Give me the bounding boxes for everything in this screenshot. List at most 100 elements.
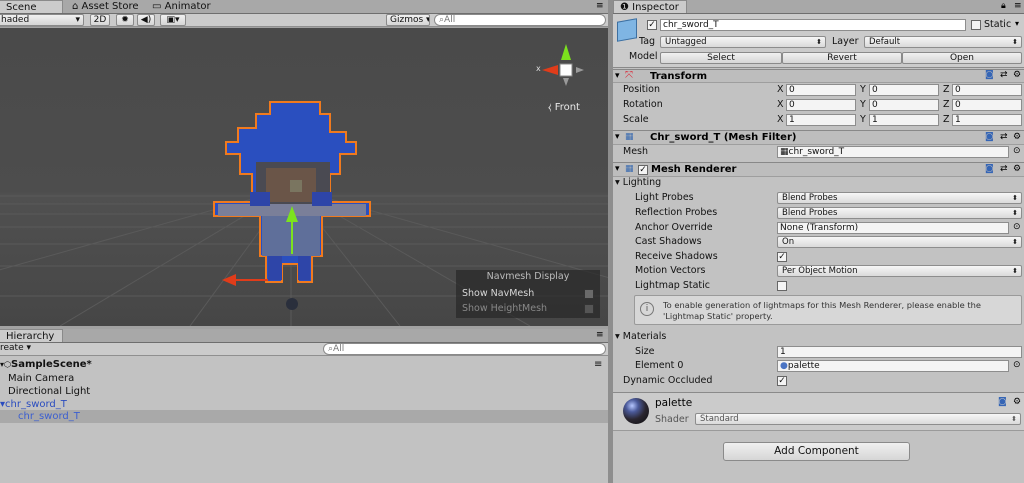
create-dropdown[interactable]: reate ▾ (0, 343, 34, 355)
scale-x-field[interactable]: 1 (786, 114, 856, 126)
settings-gear-icon[interactable]: ⚙ (1013, 70, 1021, 80)
preset-icon[interactable]: ⇄ (1000, 70, 1008, 80)
scale-z-field[interactable]: 1 (952, 114, 1022, 126)
dynamic-occluded-checkbox[interactable]: ✓ (777, 376, 787, 386)
add-component-button[interactable]: Add Component (723, 442, 910, 461)
preset-icon[interactable]: ⇄ (1000, 164, 1008, 174)
help-icon[interactable]: ◙ (985, 70, 994, 80)
object-picker-icon[interactable]: ⊙ (1013, 146, 1021, 156)
orientation-gizmo[interactable]: x ⧼ Front (534, 36, 598, 113)
layer-dropdown[interactable]: Default ⬍ (864, 36, 1022, 48)
audio-toggle-icon[interactable]: ◀) (137, 14, 155, 26)
lighting-toggle-icon[interactable]: ✹ (116, 14, 134, 26)
mesh-renderer-header[interactable]: ▾ ▦ ✓ Mesh Renderer ◙ ⇄ ⚙ (613, 162, 1024, 177)
size-field[interactable]: 1 (777, 346, 1022, 358)
reflection-probes-dropdown[interactable]: Blend Probes ⬍ (777, 207, 1022, 219)
lightmap-info-box: i To enable generation of lightmaps for … (634, 295, 1022, 325)
settings-gear-icon[interactable]: ⚙ (1013, 397, 1021, 407)
model-select-button[interactable]: Select (660, 52, 782, 64)
rotation-x-field[interactable]: 0 (786, 99, 856, 111)
show-navmesh-label: Show NavMesh (462, 288, 535, 299)
position-z-field[interactable]: 0 (952, 84, 1022, 96)
tab-asset-store[interactable]: ⌂ Asset Store (66, 0, 145, 13)
panel-menu-icon[interactable]: ≡ (1014, 1, 1022, 11)
mesh-object-field[interactable]: ▦chr_sword_T (777, 146, 1009, 158)
mesh-filter-header[interactable]: ▾ ▦ Chr_sword_T (Mesh Filter) ◙ ⇄ ⚙ (613, 130, 1024, 145)
lighting-foldout[interactable]: ▾ Lighting (615, 177, 661, 189)
receive-shadows-label: Receive Shadows (635, 251, 718, 262)
panel-menu-icon[interactable]: ≡ (596, 1, 604, 11)
settings-gear-icon[interactable]: ⚙ (1013, 132, 1021, 142)
motion-vectors-dropdown[interactable]: Per Object Motion ⬍ (777, 265, 1022, 277)
transform-icon: ⤧ (625, 70, 633, 81)
scale-y-label: Y (860, 114, 866, 125)
receive-shadows-checkbox[interactable]: ✓ (777, 252, 787, 262)
hierarchy-toolbar: reate ▾ ⌕All (0, 343, 608, 356)
model-open-button[interactable]: Open (902, 52, 1022, 64)
tab-animator[interactable]: ▭ Animator (146, 0, 217, 13)
show-heightmesh-checkbox[interactable] (584, 304, 594, 314)
tab-scene[interactable]: Scene (0, 0, 63, 13)
position-y-field[interactable]: 0 (869, 84, 939, 96)
scene-menu-icon[interactable]: ≡ (594, 358, 602, 371)
static-checkbox[interactable] (971, 20, 981, 30)
object-name-field[interactable]: chr_sword_T (660, 19, 966, 31)
anchor-override-field[interactable]: None (Transform) (777, 222, 1009, 234)
gizmo-front-label[interactable]: ⧼ Front (548, 102, 580, 113)
rotation-z-label: Z (943, 99, 950, 110)
light-probes-dropdown[interactable]: Blend Probes ⬍ (777, 192, 1022, 204)
cube-icon (617, 18, 637, 42)
scale-y-field[interactable]: 1 (869, 114, 939, 126)
show-heightmesh-label: Show HeightMesh (462, 303, 548, 314)
shading-mode-dropdown[interactable]: haded ▾ (0, 14, 84, 26)
hierarchy-item-selected[interactable]: chr_sword_T (0, 410, 608, 423)
hierarchy-scene-row[interactable]: ▾⬡SampleScene* ≡ (0, 358, 608, 371)
hierarchy-search-input[interactable]: ⌕All (323, 343, 606, 355)
info-icon: ❶ (620, 2, 629, 13)
tab-hierarchy[interactable]: Hierarchy (0, 329, 63, 342)
cast-shadows-dropdown[interactable]: On ⬍ (777, 236, 1022, 248)
help-icon[interactable]: ◙ (985, 132, 994, 142)
active-checkbox[interactable]: ✓ (647, 20, 657, 30)
effects-toggle-icon[interactable]: ▣▾ (160, 14, 186, 26)
lock-icon[interactable]: 🔒︎ (1001, 1, 1006, 11)
rotation-z-field[interactable]: 0 (952, 99, 1022, 111)
static-label: Static (984, 19, 1012, 30)
model-revert-button[interactable]: Revert (782, 52, 902, 64)
help-icon[interactable]: ◙ (998, 397, 1007, 407)
scene-viewport[interactable]: x ⧼ Front Navmesh Display Show NavMesh S… (0, 28, 608, 326)
material-section[interactable]: palette Shader Standard ⬍ ◙ ⚙ (613, 393, 1024, 431)
hierarchy-item[interactable]: Directional Light (0, 385, 608, 398)
tag-dropdown[interactable]: Untagged ⬍ (660, 36, 826, 48)
settings-gear-icon[interactable]: ⚙ (1013, 164, 1021, 174)
object-header: ✓ chr_sword_T Static ▾ Tag Untagged ⬍ Lay… (613, 14, 1024, 68)
position-x-field[interactable]: 0 (786, 84, 856, 96)
tab-inspector[interactable]: ❶ Inspector (613, 0, 687, 13)
show-navmesh-checkbox[interactable] (584, 289, 594, 299)
panel-menu-icon[interactable]: ≡ (596, 330, 604, 340)
static-dropdown-icon[interactable]: ▾ (1015, 19, 1019, 28)
object-picker-icon[interactable]: ⊙ (1013, 222, 1021, 232)
help-icon[interactable]: ◙ (985, 164, 994, 174)
transform-header[interactable]: ▾ ⤧ Transform ◙ ⇄ ⚙ (613, 69, 1024, 83)
scale-label: Scale (623, 114, 649, 125)
shader-dropdown[interactable]: Standard ⬍ (695, 413, 1021, 425)
mesh-label: Mesh (623, 146, 649, 157)
materials-foldout[interactable]: ▾ Materials (615, 331, 666, 343)
object-picker-icon[interactable]: ⊙ (1013, 360, 1021, 370)
mesh-renderer-icon: ▦ (625, 164, 634, 174)
navmesh-title: Navmesh Display (486, 271, 570, 282)
size-label: Size (635, 346, 655, 357)
light-probes-label: Light Probes (635, 192, 694, 203)
info-circle-icon: i (640, 302, 654, 316)
hierarchy-item[interactable]: Main Camera (0, 372, 608, 385)
element0-field[interactable]: ●palette (777, 360, 1009, 372)
rotation-y-field[interactable]: 0 (869, 99, 939, 111)
scene-search-input[interactable]: ⌕All (434, 14, 606, 26)
preset-icon[interactable]: ⇄ (1000, 132, 1008, 142)
mesh-renderer-enabled-checkbox[interactable]: ✓ (638, 165, 648, 175)
scene-icon: ▾⬡ (0, 360, 11, 369)
lightmap-static-checkbox[interactable] (777, 281, 787, 291)
gizmos-dropdown[interactable]: Gizmos ▾ (386, 14, 430, 26)
toggle-2d-button[interactable]: 2D (90, 14, 110, 26)
